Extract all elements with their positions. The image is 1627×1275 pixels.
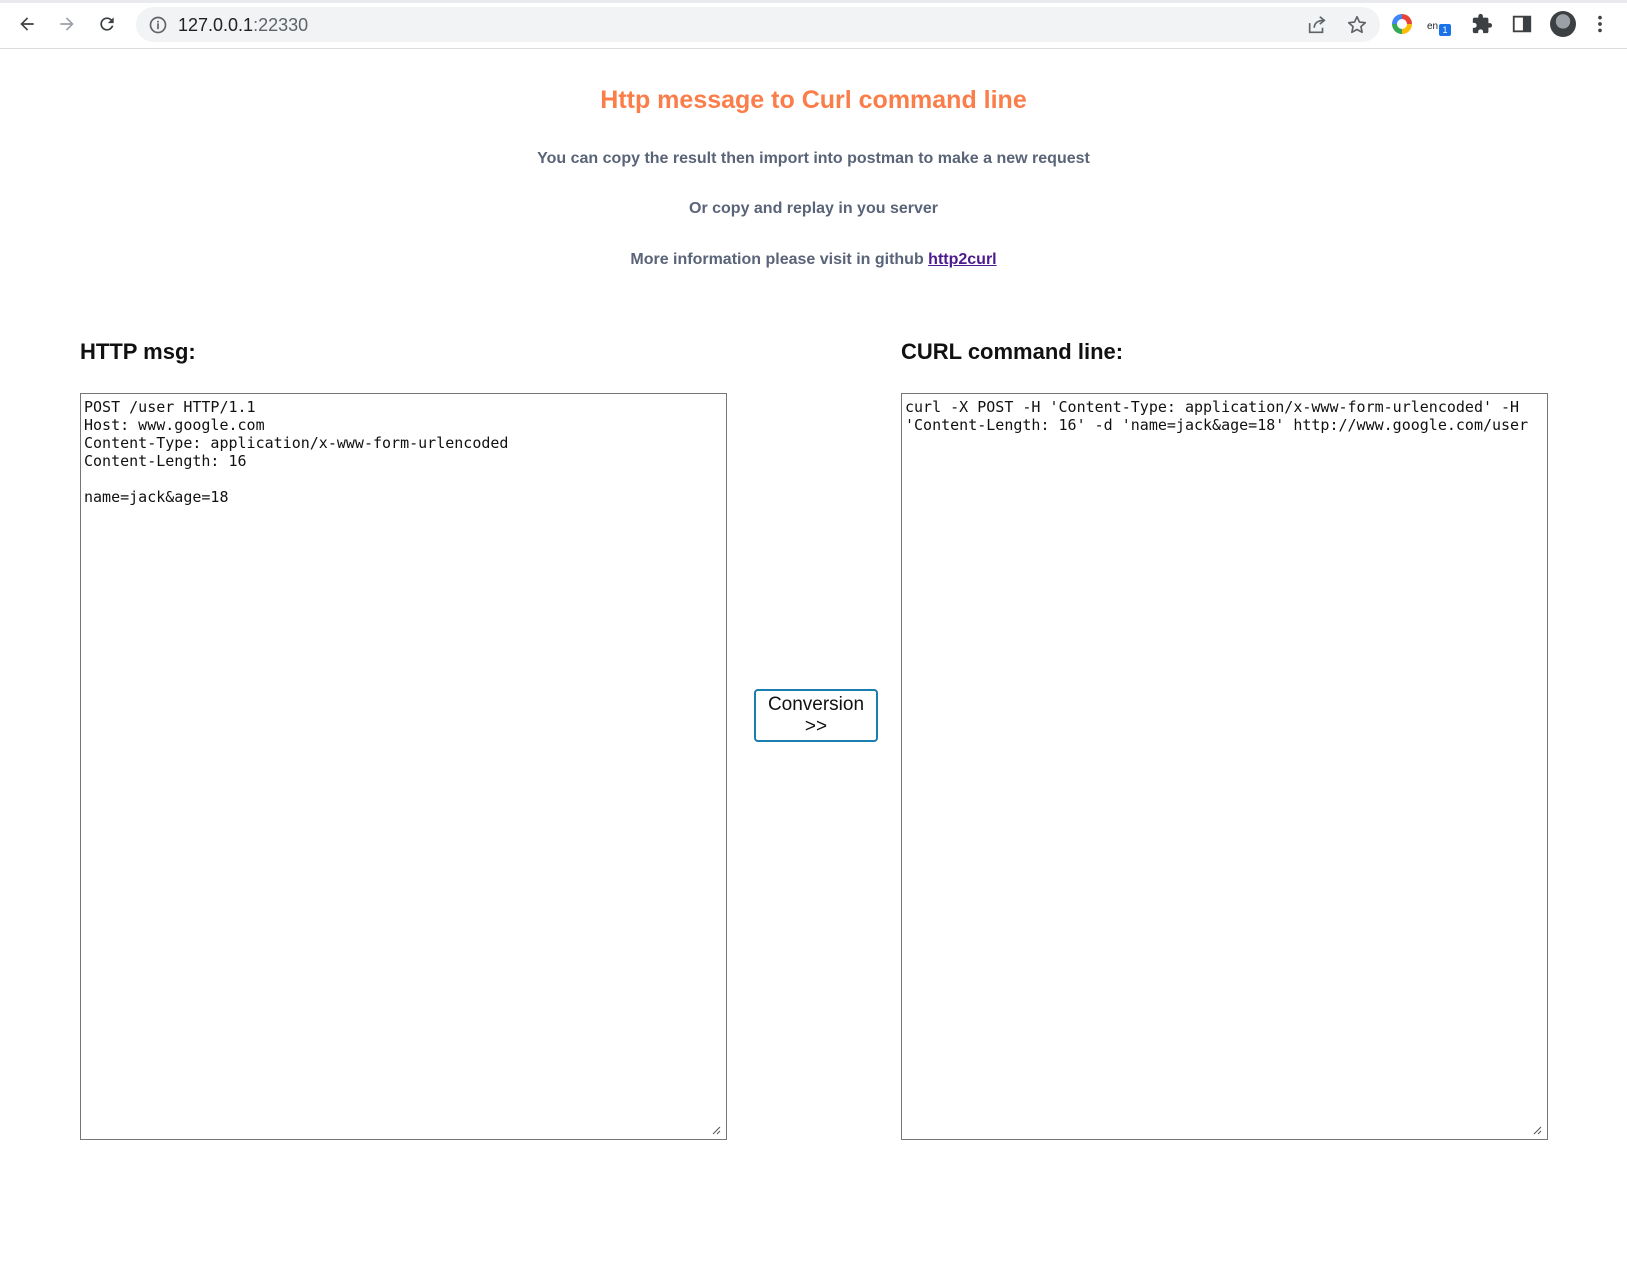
url-host: 127.0.0.1 xyxy=(178,15,254,35)
http2curl-link[interactable]: http2curl xyxy=(928,251,996,268)
curl-output-textarea[interactable]: curl -X POST -H 'Content-Type: applicati… xyxy=(901,393,1548,1140)
resize-grip-icon[interactable] xyxy=(711,1125,721,1135)
profile-avatar[interactable] xyxy=(1550,11,1576,37)
arrow-right-icon xyxy=(60,17,74,31)
side-panel-button[interactable] xyxy=(1510,12,1534,36)
share-icon[interactable] xyxy=(1306,14,1328,36)
subtitle-postman: You can copy the result then import into… xyxy=(537,150,1090,167)
info-icon[interactable] xyxy=(148,15,168,35)
tab-strip-edge xyxy=(0,0,1627,3)
forward-button[interactable] xyxy=(53,10,81,38)
bookmark-star-icon[interactable] xyxy=(1346,14,1368,36)
subtitle-replay: Or copy and replay in you server xyxy=(689,200,938,217)
translate-badge: 1 xyxy=(1439,24,1451,36)
page-title: Http message to Curl command line xyxy=(600,86,1027,114)
browser-menu-button[interactable] xyxy=(1588,12,1612,36)
translate-extension-icon[interactable]: en 1 xyxy=(1427,12,1451,36)
http-msg-textarea[interactable]: POST /user HTTP/1.1 Host: www.google.com… xyxy=(80,393,727,1140)
google-extension-icon[interactable] xyxy=(1390,12,1414,36)
side-panel-icon xyxy=(1512,15,1532,33)
back-button[interactable] xyxy=(13,10,41,38)
conversion-button-label: Conversion >> xyxy=(767,693,865,737)
google-color-icon xyxy=(1392,14,1412,34)
reload-button[interactable] xyxy=(93,10,121,38)
translate-icon: en 1 xyxy=(1427,12,1451,36)
address-bar[interactable]: 127.0.0.1:22330 xyxy=(136,7,1380,42)
resize-grip-icon[interactable] xyxy=(1532,1125,1542,1135)
browser-toolbar: 127.0.0.1:22330 en 1 xyxy=(0,0,1627,49)
url-text[interactable]: 127.0.0.1:22330 xyxy=(178,15,308,36)
url-port: :22330 xyxy=(253,15,309,35)
puzzle-icon xyxy=(1472,13,1493,34)
http-msg-label: HTTP msg: xyxy=(80,339,196,364)
more-vertical-icon xyxy=(1598,15,1602,33)
curl-label: CURL command line: xyxy=(901,339,1124,364)
subtitle-github: More information please visit in github … xyxy=(0,251,1627,269)
conversion-button[interactable]: Conversion >> xyxy=(754,689,878,742)
arrow-left-icon xyxy=(20,17,34,31)
extensions-button[interactable] xyxy=(1470,12,1494,36)
reload-icon xyxy=(100,17,114,31)
translate-label: en xyxy=(1427,21,1439,32)
github-text: More information please visit in github xyxy=(630,251,929,268)
